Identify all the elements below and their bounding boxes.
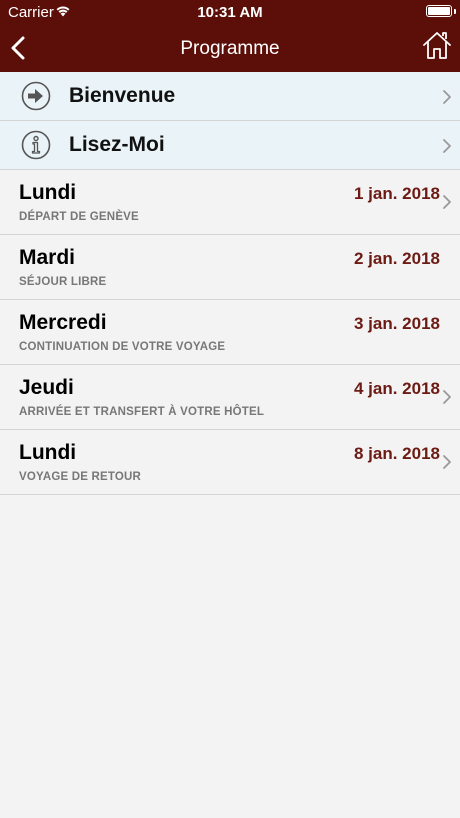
day-date: 1 jan. 2018 [353,184,440,203]
status-bar: Carrier 10:31 AM [0,0,460,24]
day-subtitle: VOYAGE DE RETOUR [19,471,142,483]
day-subtitle: ARRIVÉE ET TRANSFERT À VOTRE HÔTEL [19,406,265,418]
day-subtitle: SÉJOUR LIBRE [19,276,107,288]
day-row[interactable]: Mardi SÉJOUR LIBRE 2 jan. 2018 [0,235,460,300]
day-title: Jeudi [19,376,74,399]
status-time: 10:31 AM [197,4,263,21]
list-item-label: Lisez-Moi [69,133,165,156]
info-circle-icon [21,130,51,160]
day-row[interactable]: Lundi DÉPART DE GENÈVE 1 jan. 2018 [0,170,460,235]
top-bar: Carrier 10:31 AM Programme [0,0,460,72]
day-row[interactable]: Jeudi ARRIVÉE ET TRANSFERT À VOTRE HÔTEL… [0,365,460,430]
arrow-right-circle-icon [21,81,51,111]
list-item-lisez-moi[interactable]: Lisez-Moi [0,121,460,170]
battery-tip [454,9,456,14]
day-date: 3 jan. 2018 [353,314,440,333]
programme-list: Bienvenue Lisez-Moi Lundi DÉPART DE GENÈ… [0,72,460,495]
day-row[interactable]: Mercredi CONTINUATION DE VOTRE VOYAGE 3 … [0,300,460,365]
day-title: Lundi [19,181,77,204]
chevron-right-icon [443,455,451,469]
day-date: 4 jan. 2018 [353,379,440,398]
chevron-right-icon [443,195,451,209]
day-title: Lundi [19,441,77,464]
chevron-right-icon [443,90,451,104]
chevron-right-icon [443,139,451,153]
day-row[interactable]: Lundi VOYAGE DE RETOUR 8 jan. 2018 [0,430,460,495]
chevron-right-icon [443,390,451,404]
page-title: Programme [180,38,280,59]
list-item-bienvenue[interactable]: Bienvenue [0,72,460,121]
battery-icon [426,5,452,17]
day-subtitle: DÉPART DE GENÈVE [19,211,139,223]
day-subtitle: CONTINUATION DE VOTRE VOYAGE [19,341,226,353]
day-date: 8 jan. 2018 [353,444,440,463]
list-item-label: Bienvenue [69,84,176,107]
day-title: Mardi [19,246,76,269]
home-icon[interactable] [422,30,452,60]
day-title: Mercredi [19,311,107,334]
day-date: 2 jan. 2018 [353,249,440,268]
